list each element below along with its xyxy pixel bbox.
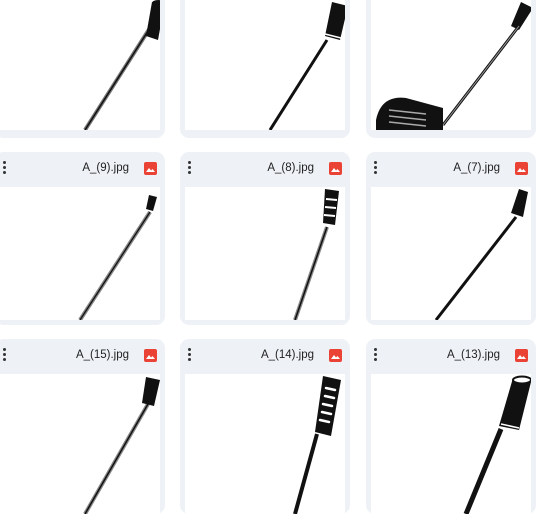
file-thumbnail[interactable] xyxy=(185,374,345,514)
file-card[interactable]: A_(15).jpg xyxy=(0,339,165,514)
golf-grip-thumbnail-image xyxy=(83,0,160,130)
golf-grip-thumbnail-image xyxy=(293,376,341,514)
file-thumbnail[interactable] xyxy=(371,187,531,320)
image-file-icon xyxy=(515,349,528,362)
file-grid: A_(9).jpg A_(8).jpg A_(7).jpg A_(15).jpg… xyxy=(0,0,543,514)
file-card[interactable]: A_(8).jpg xyxy=(180,152,350,325)
more-vert-icon[interactable] xyxy=(185,348,193,362)
file-thumbnail[interactable] xyxy=(185,187,345,320)
image-file-icon xyxy=(329,349,342,362)
file-card-header: A_(14).jpg xyxy=(180,339,350,371)
golf-grip-thumbnail-image xyxy=(83,377,160,514)
file-card[interactable] xyxy=(180,0,350,138)
file-name: A_(15).jpg xyxy=(75,349,129,361)
file-card-header: A_(8).jpg xyxy=(180,152,350,184)
file-name: A_(8).jpg xyxy=(267,162,314,174)
image-file-icon xyxy=(515,162,528,175)
file-card[interactable]: A_(9).jpg xyxy=(0,152,165,325)
file-thumbnail[interactable] xyxy=(371,374,531,514)
more-vert-icon[interactable] xyxy=(371,348,379,362)
file-card[interactable]: A_(7).jpg xyxy=(366,152,536,325)
more-vert-icon[interactable] xyxy=(0,348,8,362)
file-thumbnail[interactable] xyxy=(0,374,160,514)
golf-grip-thumbnail-image xyxy=(268,2,345,130)
file-card[interactable]: A_(13).jpg xyxy=(366,339,536,514)
image-file-icon xyxy=(144,162,157,175)
more-vert-icon[interactable] xyxy=(0,161,8,175)
file-name: A_(7).jpg xyxy=(453,162,500,174)
golf-grip-thumbnail-image xyxy=(434,189,528,320)
image-file-icon xyxy=(144,349,157,362)
more-vert-icon[interactable] xyxy=(185,161,193,175)
golf-grip-thumbnail-image xyxy=(78,195,157,320)
file-name: A_(13).jpg xyxy=(446,349,500,361)
file-card[interactable]: A_(14).jpg xyxy=(180,339,350,514)
golf-grip-thumbnail-image xyxy=(293,189,339,320)
file-card-header: A_(7).jpg xyxy=(366,152,536,184)
file-name: A_(9).jpg xyxy=(82,162,129,174)
file-thumbnail[interactable] xyxy=(0,187,160,320)
file-thumbnail[interactable] xyxy=(0,0,160,130)
golf-grip-thumbnail-image xyxy=(463,375,531,514)
file-card-header: A_(9).jpg xyxy=(0,152,165,184)
file-card-header: A_(15).jpg xyxy=(0,339,165,371)
golf-driver-thumbnail-image xyxy=(376,2,531,130)
file-thumbnail[interactable] xyxy=(185,0,345,130)
file-thumbnail[interactable] xyxy=(371,0,531,130)
file-card-header: A_(13).jpg xyxy=(366,339,536,371)
file-card[interactable] xyxy=(0,0,165,138)
more-vert-icon[interactable] xyxy=(371,161,379,175)
image-file-icon xyxy=(329,162,342,175)
file-name: A_(14).jpg xyxy=(260,349,314,361)
file-card[interactable] xyxy=(366,0,536,138)
